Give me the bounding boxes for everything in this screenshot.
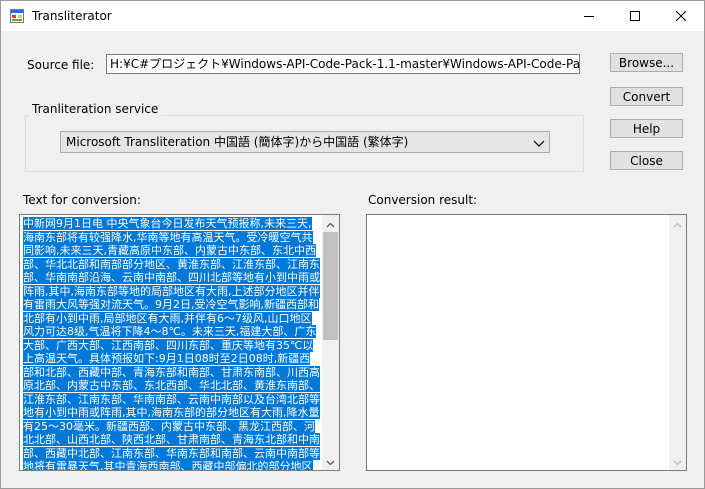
chevron-up-icon <box>326 217 335 231</box>
scroll-thumb[interactable] <box>323 232 338 340</box>
output-text-label: Conversion result: <box>368 193 478 207</box>
chevron-up-icon <box>673 217 682 231</box>
browse-button[interactable]: Browse... <box>610 53 683 72</box>
help-button[interactable]: Help <box>610 119 683 138</box>
input-text-area[interactable]: 中新网9月1日电 中央气象台今日发布天气预报称,未来三天,海南东部将有较强降水,… <box>19 214 340 471</box>
input-text-content: 中新网9月1日电 中央气象台今日发布天气预报称,未来三天,海南东部将有较强降水,… <box>23 217 321 470</box>
input-scrollbar[interactable] <box>322 215 339 470</box>
app-icon <box>10 9 24 23</box>
close-button[interactable]: Close <box>610 151 683 170</box>
minimize-button[interactable] <box>566 1 612 31</box>
source-file-input[interactable]: H:¥C#プロジェクト¥Windows-API-Code-Pack-1.1-ma… <box>106 54 580 74</box>
chevron-down-icon <box>533 137 545 147</box>
output-scrollbar <box>669 215 686 470</box>
scroll-down-button <box>669 453 686 470</box>
selected-text: 中新网9月1日电 中央气象台今日发布天气预报称,未来三天,海南东部将有较强降水,… <box>23 217 320 470</box>
chevron-down-icon <box>673 455 682 469</box>
window-title: Transliterator <box>32 9 112 23</box>
output-text-area[interactable] <box>366 214 687 471</box>
input-text-label: Text for conversion: <box>23 193 141 207</box>
maximize-button[interactable] <box>612 1 658 31</box>
scroll-down-button[interactable] <box>322 453 339 470</box>
title-bar[interactable]: Transliterator <box>1 1 704 31</box>
minimize-icon <box>584 11 594 21</box>
transliteration-service-label: Tranliteration service <box>29 102 162 116</box>
close-icon <box>676 11 686 21</box>
convert-button[interactable]: Convert <box>610 87 683 106</box>
scroll-up-button[interactable] <box>322 215 339 232</box>
transliterator-window: Transliterator Source file: H:¥C#プロジェクト¥… <box>0 0 705 489</box>
source-file-label: Source file: <box>27 58 95 72</box>
transliteration-service-dropdown[interactable]: Microsoft Transliteration 中国語 (簡体字)から中国語… <box>60 131 550 153</box>
close-window-button[interactable] <box>658 1 704 31</box>
transliteration-service-selected: Microsoft Transliteration 中国語 (簡体字)から中国語… <box>66 135 409 149</box>
maximize-icon <box>630 11 640 21</box>
scroll-up-button <box>669 215 686 232</box>
source-file-value: H:¥C#プロジェクト¥Windows-API-Code-Pack-1.1-ma… <box>110 57 580 71</box>
chevron-down-icon <box>326 455 335 469</box>
